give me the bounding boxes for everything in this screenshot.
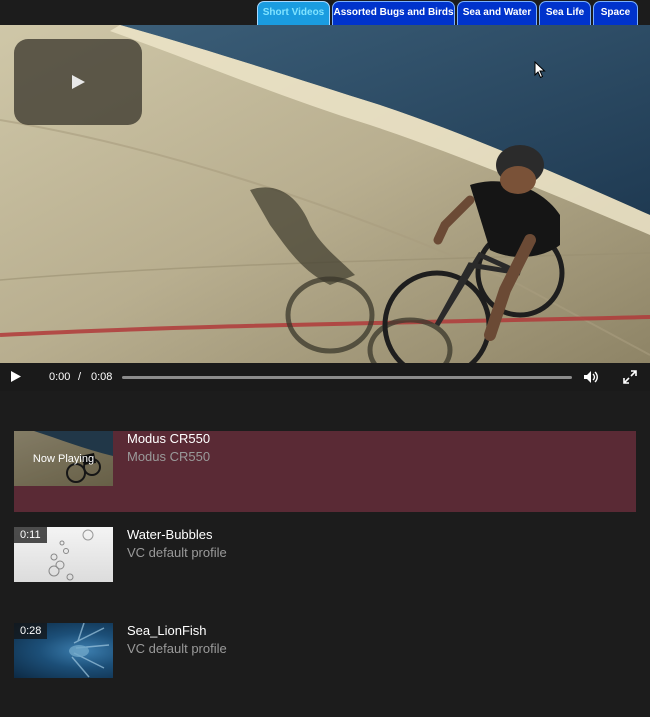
- tab-assorted-bugs-and-birds[interactable]: Assorted Bugs and Birds: [332, 1, 455, 25]
- volume-icon[interactable]: [583, 370, 599, 384]
- tab-sea-life[interactable]: Sea Life: [539, 1, 591, 25]
- current-time: 0:00: [49, 371, 71, 383]
- fullscreen-icon[interactable]: [623, 370, 637, 384]
- playlist-item-sea-lionfish[interactable]: 0:28 Sea_LionFish VC default profile: [14, 623, 636, 679]
- tab-short-videos[interactable]: Short Videos: [257, 1, 330, 25]
- duration-badge: 0:11: [14, 527, 47, 543]
- seek-bar[interactable]: [122, 376, 572, 379]
- playlist-item-water-bubbles[interactable]: 0:11 Water-Bubbles VC default profile: [14, 527, 636, 583]
- now-playing-label: Now Playing: [14, 431, 113, 486]
- duration-badge: 0:28: [14, 623, 48, 639]
- video-title: Modus CR550: [127, 431, 211, 446]
- mouse-cursor-icon: [534, 61, 546, 79]
- big-play-button[interactable]: [14, 39, 142, 125]
- video-title: Sea_LionFish: [127, 623, 207, 638]
- video-subtitle: VC default profile: [127, 545, 227, 560]
- video-controls: 0:00 / 0:08: [0, 363, 650, 391]
- category-tabs: Short Videos Assorted Bugs and Birds Sea…: [0, 0, 650, 25]
- video-subtitle: VC default profile: [127, 641, 227, 656]
- tab-sea-and-water[interactable]: Sea and Water: [457, 1, 537, 25]
- playlist-item-modus-cr550[interactable]: Now Playing Modus CR550 Modus CR550: [14, 431, 636, 512]
- play-icon[interactable]: [10, 370, 22, 383]
- video-frame[interactable]: [0, 25, 650, 363]
- video-thumbnail: Now Playing: [14, 431, 113, 486]
- time-separator: /: [78, 371, 82, 383]
- play-icon: [72, 75, 85, 89]
- video-thumbnail: 0:11: [14, 527, 113, 582]
- tab-space[interactable]: Space: [593, 1, 638, 25]
- video-title: Water-Bubbles: [127, 527, 213, 542]
- video-thumbnail: 0:28: [14, 623, 113, 678]
- video-subtitle: Modus CR550: [127, 449, 211, 464]
- duration: 0:08: [91, 371, 113, 383]
